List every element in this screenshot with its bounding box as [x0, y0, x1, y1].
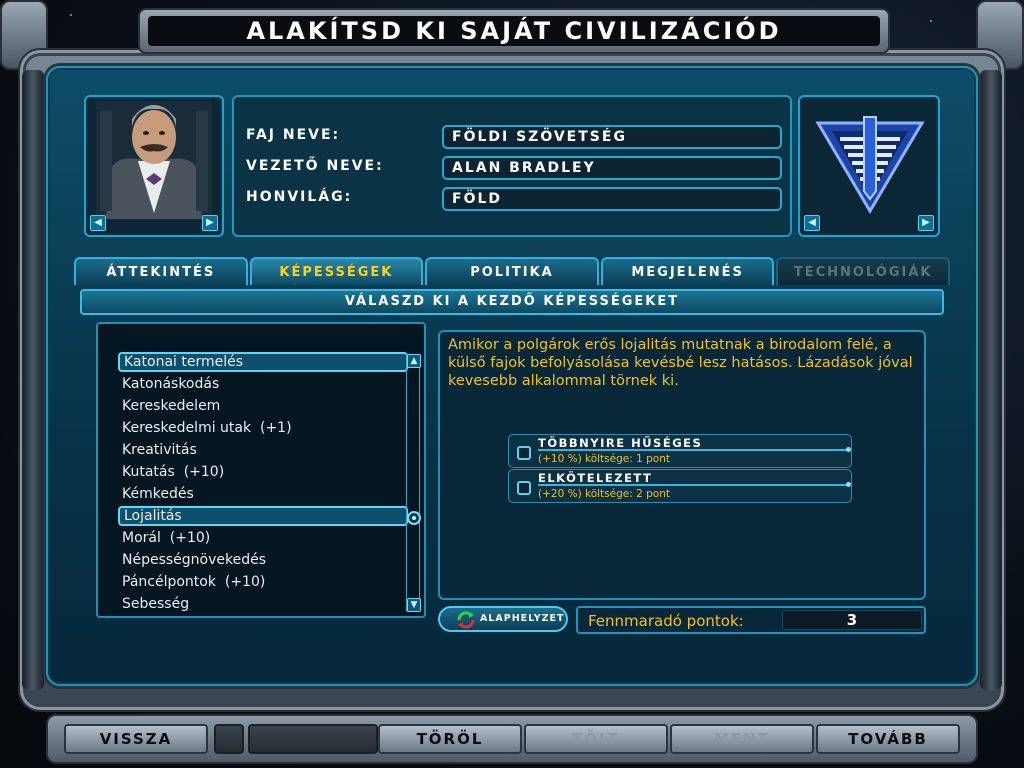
reset-button[interactable]: Alaphelyzet [438, 606, 568, 632]
scroll-up-button[interactable]: ▲ [407, 354, 421, 368]
frame-side-right [980, 70, 1002, 690]
ability-list-item[interactable]: Katonáskodás [118, 374, 408, 394]
remaining-points-label: Fennmaradó pontok: [588, 612, 744, 630]
nav-slot [248, 724, 378, 754]
tab-abilities[interactable]: Képességek [249, 257, 424, 285]
homeworld-label: Honvilág: [246, 189, 353, 205]
list-scrollbar[interactable] [406, 354, 420, 612]
nav-slot [214, 724, 244, 754]
reset-icon [457, 611, 475, 629]
race-emblem-panel: ◀ ▶ [798, 95, 940, 237]
option-title: Többnyire hűséges [538, 436, 703, 450]
option-mostly-loyal[interactable]: Többnyire hűséges (+10 %) költsége: 1 po… [508, 434, 852, 468]
tab-overview[interactable]: Áttekintés [74, 257, 248, 285]
next-button[interactable]: Tovább [816, 724, 960, 754]
ability-list-item[interactable]: Páncélpontok (+10) [118, 572, 408, 592]
tab-technologies: Technológiák [776, 257, 950, 285]
section-header: Válaszd ki a kezdő képességeket [80, 289, 944, 315]
leader-name-field[interactable]: Alan Bradley [442, 156, 782, 180]
ability-list-item[interactable]: Kereskedelmi utak (+1) [118, 418, 408, 438]
leader-name-label: Vezető neve: [246, 158, 384, 174]
title-bar: ALAKÍTSD KI SAJÁT CIVILIZÁCIÓD [138, 8, 890, 54]
ability-list-item[interactable]: Sebesség [118, 594, 408, 614]
leader-portrait [96, 101, 212, 219]
tab-bar: Áttekintés Képességek Politika Megjelené… [74, 257, 950, 285]
homeworld-field[interactable]: Föld [442, 187, 782, 211]
tab-appearance[interactable]: Megjelenés [600, 257, 775, 285]
reset-label: Alaphelyzet [480, 613, 565, 624]
race-info-panel: Faj neve: Földi szövetség Vezető neve: A… [232, 95, 792, 237]
option-checkbox[interactable] [517, 446, 531, 460]
ability-list-item[interactable]: Népességnövekedés [118, 550, 408, 570]
option-cost: (+20 %) költsége: 2 pont [538, 488, 670, 500]
ability-list-item[interactable]: Kreativitás [118, 440, 408, 460]
ability-list-item[interactable]: Lojalitás [118, 506, 408, 526]
page-title: ALAKÍTSD KI SAJÁT CIVILIZÁCIÓD [148, 16, 880, 46]
ability-description: Amikor a polgárok erős lojalitás mutatna… [448, 337, 913, 389]
option-divider [538, 482, 851, 487]
save-button: Ment [670, 724, 814, 754]
race-name-field[interactable]: Földi szövetség [442, 125, 782, 149]
ability-list-item[interactable]: Kémkedés [118, 484, 408, 504]
race-name-label: Faj neve: [246, 127, 341, 143]
tab-politics[interactable]: Politika [425, 257, 599, 285]
race-emblem [815, 116, 925, 214]
ability-list-item[interactable]: Kutatás (+10) [118, 462, 408, 482]
option-committed[interactable]: Elkötelezett (+20 %) költsége: 2 pont [508, 469, 852, 503]
frame-side-left [22, 70, 44, 690]
option-divider [538, 447, 851, 452]
remaining-points-box: Fennmaradó pontok: 3 [576, 606, 926, 634]
ability-list-item[interactable]: Katonai termelés [118, 352, 408, 372]
portrait-next-button[interactable]: ▶ [202, 215, 218, 231]
leader-portrait-panel: ◀ ▶ [84, 95, 224, 237]
back-button[interactable]: Vissza [64, 724, 208, 754]
delete-button[interactable]: Töröl [378, 724, 522, 754]
option-cost: (+10 %) költsége: 1 pont [538, 453, 670, 465]
portrait-prev-button[interactable]: ◀ [90, 215, 106, 231]
remaining-points-value: 3 [782, 610, 922, 630]
emblem-prev-button[interactable]: ◀ [804, 215, 820, 231]
ability-list-item[interactable]: Kereskedelem [118, 396, 408, 416]
option-title: Elkötelezett [538, 471, 653, 485]
emblem-next-button[interactable]: ▶ [918, 215, 934, 231]
load-button: Tölt [524, 724, 668, 754]
scroll-thumb[interactable] [407, 511, 421, 525]
ability-list-item[interactable]: Morál (+10) [118, 528, 408, 548]
option-checkbox[interactable] [517, 481, 531, 495]
scroll-down-button[interactable]: ▼ [407, 598, 421, 612]
